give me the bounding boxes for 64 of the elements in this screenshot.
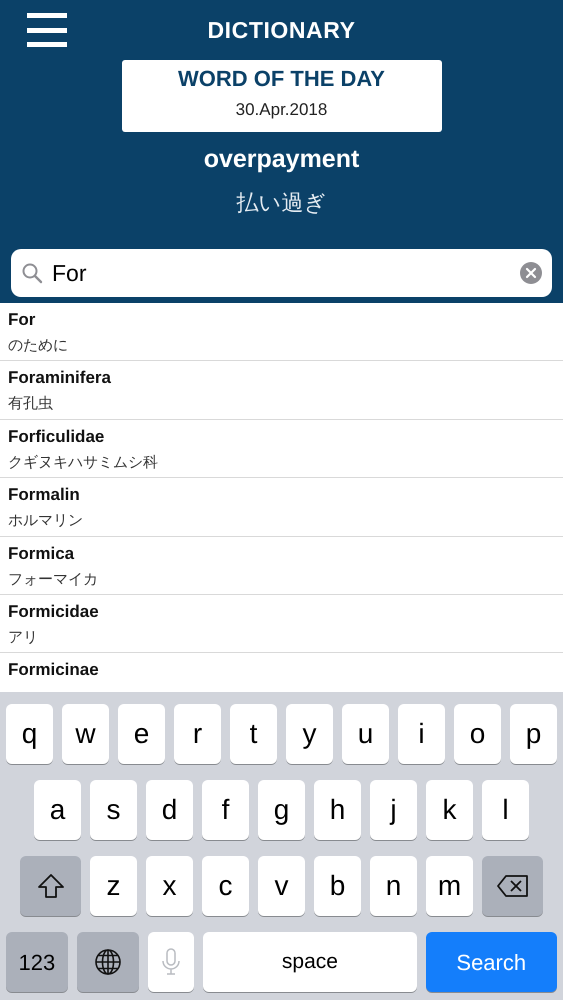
letter-key[interactable]: z bbox=[90, 856, 137, 916]
featured-translation: 払い過ぎ bbox=[236, 190, 326, 216]
space-key[interactable]: space bbox=[203, 932, 417, 992]
search-key[interactable]: Search bbox=[426, 932, 557, 992]
letter-key[interactable]: g bbox=[258, 780, 305, 840]
search-field[interactable]: For bbox=[11, 249, 552, 297]
result-word: Foraminifera bbox=[8, 367, 112, 390]
result-item[interactable]: Formica フォーマイカ bbox=[0, 536, 563, 595]
letter-key[interactable]: c bbox=[202, 856, 249, 916]
result-word: For bbox=[8, 309, 36, 331]
letter-key[interactable]: d bbox=[146, 780, 193, 840]
result-item[interactable]: Formicidae アリ bbox=[0, 594, 563, 654]
letter-key[interactable]: b bbox=[314, 856, 361, 916]
globe-key[interactable] bbox=[76, 932, 139, 992]
result-translation: のために bbox=[8, 336, 69, 356]
letter-key[interactable]: l bbox=[482, 780, 529, 840]
letter-key[interactable]: k bbox=[426, 780, 473, 840]
search-icon bbox=[21, 262, 43, 284]
letter-key[interactable]: s bbox=[90, 780, 137, 840]
letter-key[interactable]: u bbox=[342, 704, 389, 764]
result-translation: フォーマイカ bbox=[8, 570, 99, 590]
letter-key[interactable]: o bbox=[454, 704, 501, 764]
backspace-key[interactable] bbox=[482, 856, 543, 916]
backspace-icon bbox=[496, 874, 530, 898]
shift-key[interactable] bbox=[20, 856, 81, 916]
letter-key[interactable]: n bbox=[370, 856, 417, 916]
result-item[interactable]: Formalin ホルマリン bbox=[0, 478, 563, 537]
letter-key[interactable]: p bbox=[510, 704, 557, 764]
letter-key[interactable]: e bbox=[118, 704, 165, 764]
letter-key[interactable]: r bbox=[174, 704, 221, 764]
featured-word: overpayment bbox=[204, 144, 360, 174]
result-translation: 有孔虫 bbox=[8, 394, 54, 414]
result-translation: クギヌキハサミムシ科 bbox=[8, 452, 159, 473]
result-item[interactable]: For のために bbox=[0, 303, 563, 362]
letter-key[interactable]: v bbox=[258, 856, 305, 916]
letter-key[interactable]: h bbox=[314, 780, 361, 840]
result-item[interactable]: Forficulidae クギヌキハサミムシ科 bbox=[0, 420, 563, 478]
letter-key[interactable]: a bbox=[34, 780, 81, 840]
result-word: Formicinae bbox=[8, 659, 100, 682]
letter-key[interactable]: q bbox=[6, 704, 53, 764]
letter-key[interactable]: w bbox=[62, 704, 109, 764]
letter-key[interactable]: y bbox=[286, 704, 333, 764]
app-title: DICTIONARY bbox=[207, 16, 356, 44]
shift-icon bbox=[36, 873, 64, 899]
letter-key[interactable]: m bbox=[426, 856, 473, 916]
result-word: Forficulidae bbox=[8, 426, 106, 448]
globe-icon bbox=[94, 948, 122, 976]
numbers-key[interactable]: 123 bbox=[6, 932, 68, 992]
result-word: Formicidae bbox=[8, 600, 100, 623]
letter-key[interactable]: f bbox=[202, 780, 249, 840]
result-word: Formalin bbox=[8, 484, 81, 506]
letter-key[interactable]: j bbox=[370, 780, 417, 840]
result-translation: ホルマリン bbox=[8, 511, 84, 532]
date-text: 30.Apr.2018 bbox=[236, 100, 328, 120]
result-word: Formica bbox=[8, 542, 76, 565]
menu-icon[interactable] bbox=[27, 13, 67, 47]
letter-key[interactable]: t bbox=[230, 704, 277, 764]
microphone-icon bbox=[162, 948, 180, 976]
clear-icon[interactable] bbox=[520, 262, 542, 284]
letter-key[interactable]: i bbox=[398, 704, 445, 764]
result-item[interactable]: Foraminifera 有孔虫 bbox=[0, 361, 563, 420]
card-heading: WORD OF THE DAY bbox=[178, 66, 385, 92]
result-translation: アリ bbox=[8, 628, 39, 648]
letter-key[interactable]: x bbox=[146, 856, 193, 916]
